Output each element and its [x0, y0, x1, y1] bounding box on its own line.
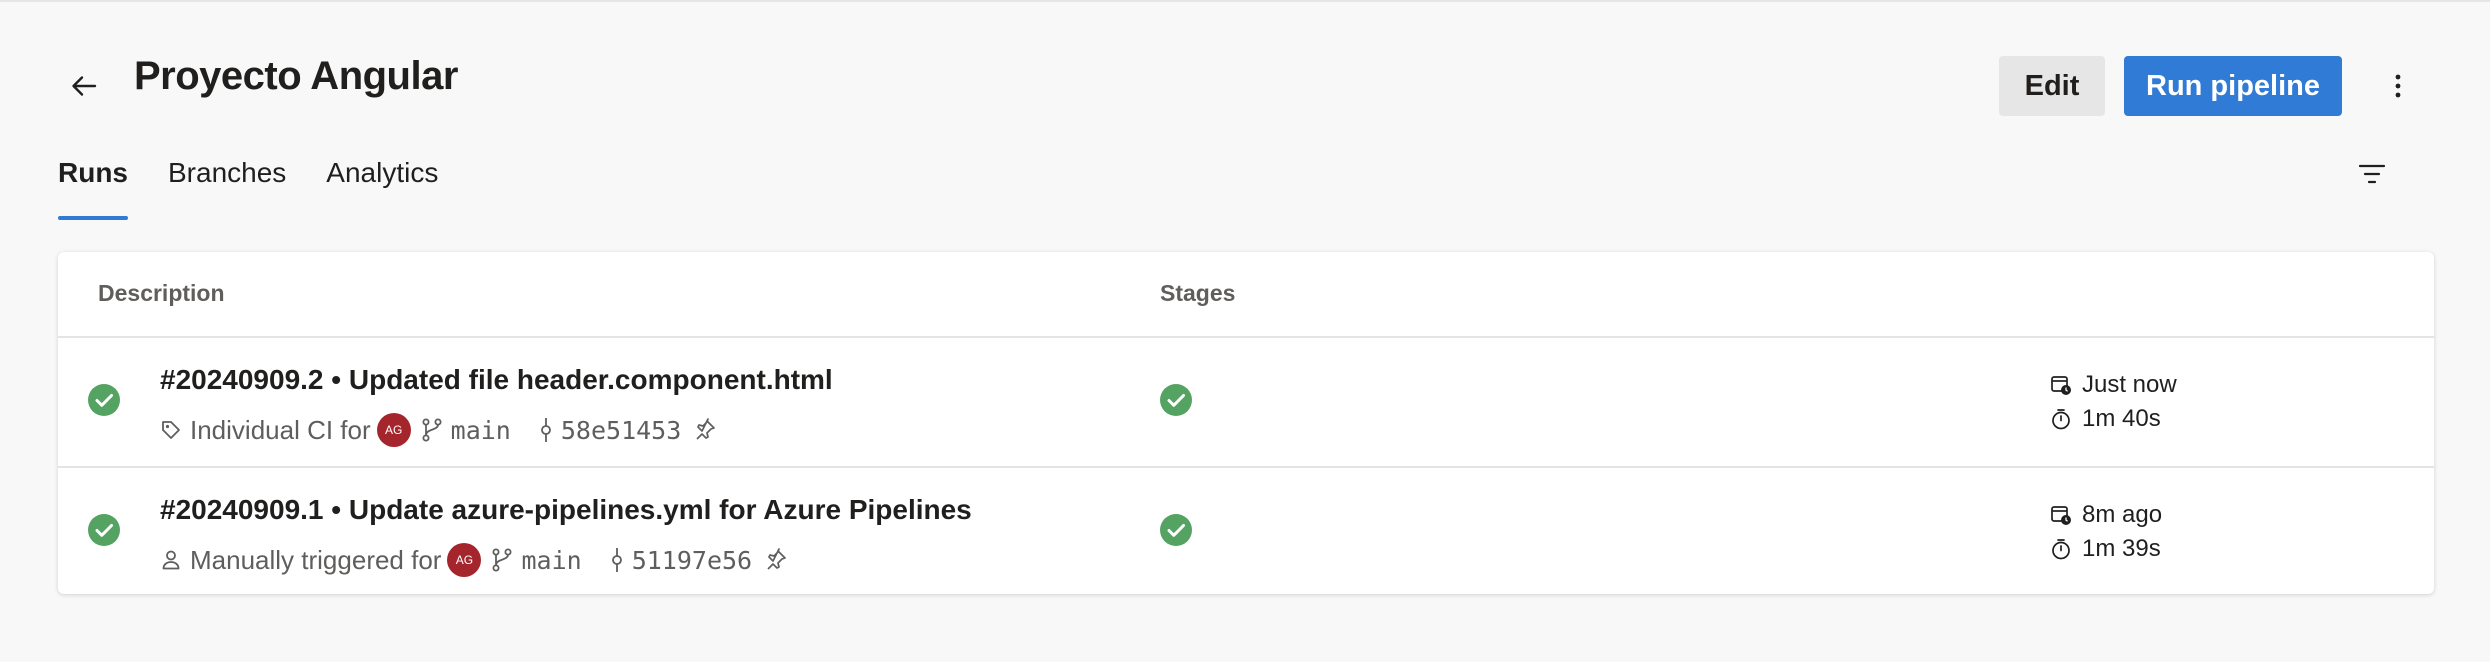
more-actions-button[interactable] — [2374, 62, 2422, 110]
pin-icon[interactable] — [764, 548, 788, 572]
column-stages: Stages — [1160, 280, 1236, 306]
branch-icon — [421, 418, 443, 442]
run-started: Just now — [2082, 371, 2177, 398]
commit-icon — [610, 547, 624, 573]
stage-success-icon[interactable] — [1160, 384, 1192, 416]
trigger-text: Manually triggered for — [190, 544, 442, 575]
calendar-clock-icon — [2050, 374, 2082, 396]
run-duration: 1m 39s — [2082, 535, 2161, 562]
commit-hash[interactable]: 51197e56 — [632, 546, 752, 575]
avatar: AG — [376, 413, 411, 447]
tag-icon — [160, 419, 182, 441]
tab-bar: Runs Branches Analytics — [58, 148, 478, 220]
trigger-text: Individual CI for — [190, 414, 371, 445]
top-divider — [0, 0, 2490, 2]
run-meta: Individual CI for AG main 58e51453 — [160, 410, 725, 450]
branch-name[interactable]: main — [451, 416, 511, 445]
success-icon — [88, 514, 120, 546]
edit-button[interactable]: Edit — [1999, 56, 2105, 116]
filter-button[interactable] — [2348, 150, 2396, 198]
pin-icon[interactable] — [693, 418, 717, 442]
filter-icon — [2358, 164, 2386, 184]
calendar-clock-icon — [2050, 504, 2082, 526]
tab-runs[interactable]: Runs — [58, 148, 128, 220]
success-icon — [88, 384, 120, 416]
stopwatch-icon — [2050, 538, 2082, 560]
commit-hash[interactable]: 58e51453 — [561, 416, 681, 445]
table-row[interactable]: #20240909.1 • Update azure-pipelines.yml… — [58, 468, 2434, 594]
back-button[interactable] — [60, 62, 108, 110]
run-duration: 1m 40s — [2082, 405, 2161, 432]
run-meta: Manually triggered for AG main 51197e56 — [160, 540, 796, 580]
table-row[interactable]: #20240909.2 • Updated file header.compon… — [58, 338, 2434, 468]
arrow-left-icon — [72, 76, 97, 96]
table-header: Description Stages — [58, 252, 2434, 338]
stopwatch-icon — [2050, 408, 2082, 430]
person-icon — [160, 549, 182, 571]
stage-success-icon[interactable] — [1160, 514, 1192, 546]
run-times: Just now 1m 40s — [2050, 368, 2177, 436]
commit-icon — [539, 417, 553, 443]
run-started: 8m ago — [2082, 501, 2163, 528]
column-description: Description — [98, 280, 225, 306]
branch-name[interactable]: main — [521, 546, 581, 575]
run-times: 8m ago 1m 39s — [2050, 498, 2162, 566]
avatar: AG — [447, 543, 482, 577]
page-title: Proyecto Angular — [134, 54, 458, 98]
more-vertical-icon — [2395, 74, 2401, 98]
run-title[interactable]: #20240909.1 • Update azure-pipelines.yml… — [160, 494, 972, 526]
branch-icon — [491, 548, 513, 572]
run-pipeline-button[interactable]: Run pipeline — [2124, 56, 2342, 116]
runs-table: Description Stages #20240909.2 • Updated… — [58, 252, 2434, 594]
tab-analytics[interactable]: Analytics — [326, 148, 438, 220]
run-title[interactable]: #20240909.2 • Updated file header.compon… — [160, 364, 833, 396]
tab-branches[interactable]: Branches — [168, 148, 286, 220]
